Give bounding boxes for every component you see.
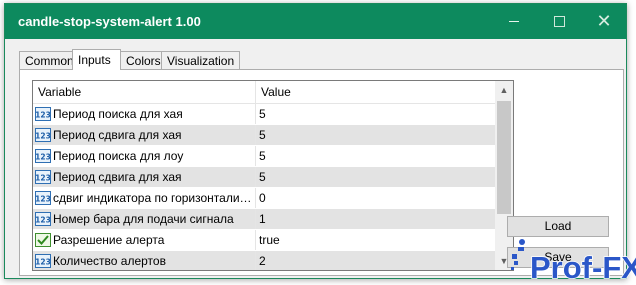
svg-text:123: 123 [35,153,51,162]
row-variable: Разрешение алерта [53,233,165,247]
row-variable: сдвиг индикатора по горизонтали в... [53,191,253,205]
svg-text:123: 123 [35,258,51,267]
numeric-123-icon: 123 [35,149,51,163]
numeric-123-icon: 123 [35,170,51,184]
close-icon: ✕ [596,11,612,31]
tab-visualization[interactable]: Visualization [161,51,240,69]
column-header-value[interactable]: Value [255,81,491,103]
row-variable: Период сдвига для хая [53,170,182,184]
column-header-variable[interactable]: Variable [38,81,81,103]
prof-fx-watermark-logo: Prof-FX [511,239,636,284]
table-row[interactable]: 123 Период сдвига для хая 5 [33,167,495,188]
watermark-text: Prof-FX [530,250,636,284]
close-button[interactable]: ✕ [583,4,625,39]
svg-text:123: 123 [35,132,51,141]
maximize-icon [553,16,565,28]
load-button[interactable]: Load [507,216,609,237]
grid-header: Variable Value [33,81,495,104]
tab-common[interactable]: Common [19,51,74,69]
grid-rows: 123 Период поиска для хая 5 123 Период с… [33,104,495,270]
tab-colors[interactable]: Colors [120,51,162,69]
svg-text:123: 123 [35,216,51,225]
row-variable: Период поиска для хая [53,107,183,121]
row-variable: Номер бара для подачи сигнала [53,212,234,226]
row-value[interactable]: 2 [259,251,266,270]
svg-text:123: 123 [35,174,51,183]
row-value[interactable]: 1 [259,209,266,229]
minimize-icon [509,21,519,23]
table-row[interactable]: Разрешение алерта true [33,230,495,251]
numeric-123-icon: 123 [35,128,51,142]
scrollbar-thumb[interactable] [497,101,511,214]
row-variable: Период поиска для лоу [53,149,184,163]
row-value[interactable]: 5 [259,167,266,187]
title-bar[interactable]: candle-stop-system-alert 1.00 ✕ [5,4,626,39]
svg-text:123: 123 [35,111,51,120]
tab-inputs[interactable]: Inputs [72,49,121,70]
row-value[interactable]: 5 [259,146,266,166]
table-row[interactable]: 123 Период поиска для хая 5 [33,104,495,125]
row-variable: Период сдвига для хая [53,128,182,142]
numeric-123-icon: 123 [35,107,51,121]
row-variable: Количество алертов [53,254,166,268]
row-value[interactable]: 0 [259,188,266,208]
table-row[interactable]: 123 Количество алертов 2 [33,251,495,270]
row-value[interactable]: true [259,230,280,250]
minimize-button[interactable] [493,4,535,39]
numeric-123-icon: 123 [35,212,51,226]
inputs-grid: Variable Value 123 Период поиска для хая… [32,80,514,271]
table-row[interactable]: 123 сдвиг индикатора по горизонтали в...… [33,188,495,209]
svg-text:123: 123 [35,195,51,204]
row-value[interactable]: 5 [259,125,266,145]
row-value[interactable]: 5 [259,104,266,124]
maximize-button[interactable] [538,4,580,39]
scroll-up-arrow-icon[interactable]: ▲ [495,81,513,99]
table-row[interactable]: 123 Номер бара для подачи сигнала 1 [33,209,495,230]
numeric-123-icon: 123 [35,191,51,205]
numeric-123-icon: 123 [35,254,51,268]
boolean-icon [35,233,51,247]
table-row[interactable]: 123 Период поиска для лоу 5 [33,146,495,167]
table-row[interactable]: 123 Период сдвига для хая 5 [33,125,495,146]
window-title: candle-stop-system-alert 1.00 [18,14,201,29]
